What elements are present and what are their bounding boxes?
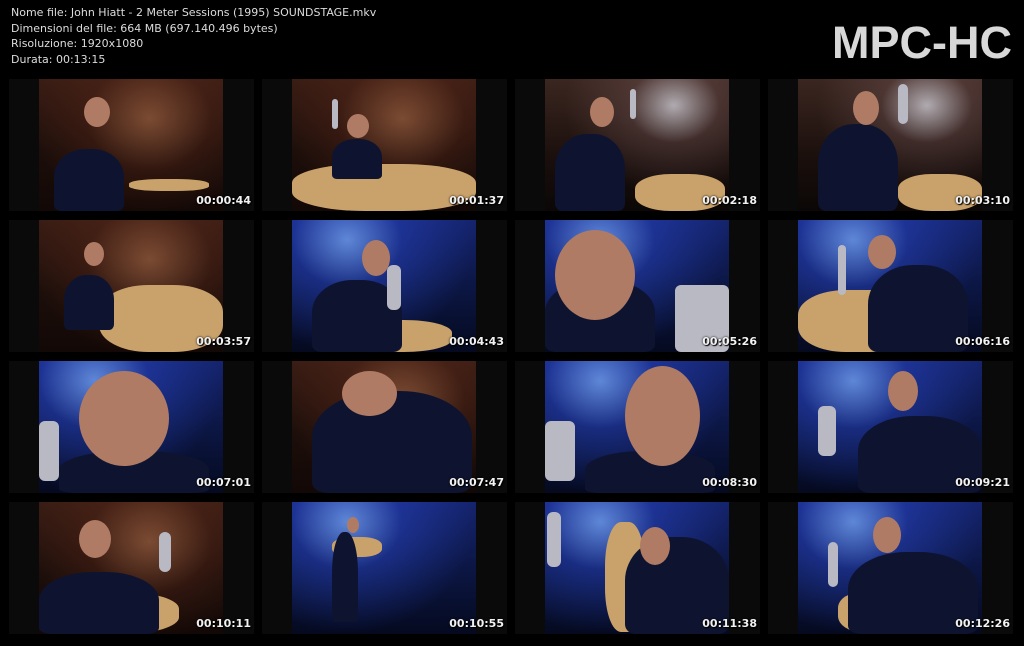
- performer-head-shape: [84, 97, 110, 127]
- thumbnail: 00:03:57: [9, 220, 254, 352]
- thumbnail: 00:04:43: [262, 220, 507, 352]
- thumbnail: 00:00:44: [9, 79, 254, 211]
- timestamp: 00:05:26: [702, 335, 757, 348]
- performer-head-shape: [853, 91, 879, 125]
- performer-head-shape: [347, 517, 359, 533]
- thumbnail: 00:01:37: [262, 79, 507, 211]
- video-frame: [798, 79, 982, 211]
- video-frame: [292, 79, 476, 211]
- video-resolution: Risoluzione: 1920x1080: [11, 37, 144, 50]
- performer-head-shape: [590, 97, 614, 127]
- performer-head-shape: [79, 520, 111, 558]
- thumbnail: 00:05:26: [515, 220, 760, 352]
- thumbnail: 00:10:55: [262, 502, 507, 634]
- performer-head-shape: [362, 240, 390, 276]
- video-duration: Durata: 00:13:15: [11, 52, 106, 66]
- thumbnail: 00:12:26: [768, 502, 1013, 634]
- thumbnail: 00:06:16: [768, 220, 1013, 352]
- performer-body-shape: [39, 572, 159, 634]
- microphone-shape: [545, 421, 575, 481]
- performer-head-shape: [84, 242, 104, 266]
- video-frame: [39, 79, 223, 211]
- microphone-shape: [332, 99, 338, 129]
- timestamp: 00:09:21: [955, 476, 1010, 489]
- video-frame: [39, 361, 223, 493]
- timestamp: 00:00:44: [196, 194, 251, 207]
- timestamp: 00:10:11: [196, 617, 251, 630]
- timestamp: 00:10:55: [449, 617, 504, 630]
- timestamp: 00:03:10: [955, 194, 1010, 207]
- thumbnail: 00:07:01: [9, 361, 254, 493]
- mpc-hc-logo: MPC-HC: [832, 17, 1012, 68]
- microphone-shape: [828, 542, 838, 587]
- video-frame: [292, 502, 476, 634]
- video-frame: [292, 361, 476, 493]
- performer-head-shape: [347, 114, 369, 138]
- performer-body-shape: [64, 275, 114, 330]
- performer-head-shape: [888, 371, 918, 411]
- microphone-shape: [630, 89, 636, 119]
- timestamp: 00:07:01: [196, 476, 251, 489]
- performer-head-shape: [79, 371, 169, 466]
- video-frame: [798, 361, 982, 493]
- video-frame: [39, 502, 223, 634]
- microphone-shape: [898, 84, 908, 124]
- thumbnail: 00:08:30: [515, 361, 760, 493]
- timestamp: 00:11:38: [702, 617, 757, 630]
- performer-body-shape: [332, 139, 382, 179]
- video-frame: [545, 502, 729, 634]
- performer-head-shape: [342, 371, 397, 416]
- thumbnail: 00:03:10: [768, 79, 1013, 211]
- instrument-shape: [129, 179, 209, 191]
- performer-body-shape: [54, 149, 124, 211]
- thumbnail-grid: 00:00:44 00:01:37 00:02:18 00:03:10 00:0…: [9, 79, 1013, 634]
- timestamp: 00:01:37: [449, 194, 504, 207]
- thumbnail: 00:11:38: [515, 502, 760, 634]
- performer-body-shape: [818, 124, 898, 211]
- thumbnail: 00:07:47: [262, 361, 507, 493]
- microphone-shape: [547, 512, 561, 567]
- performer-head-shape: [873, 517, 901, 553]
- video-frame: [292, 220, 476, 352]
- performer-head-shape: [555, 230, 635, 320]
- video-frame: [545, 79, 729, 211]
- video-frame: [545, 220, 729, 352]
- video-frame: [39, 220, 223, 352]
- performer-body-shape: [868, 265, 968, 352]
- microphone-shape: [39, 421, 59, 481]
- performer-head-shape: [640, 527, 670, 565]
- performer-body-shape: [332, 532, 358, 622]
- timestamp: 00:12:26: [955, 617, 1010, 630]
- video-frame: [545, 361, 729, 493]
- video-frame: [798, 502, 982, 634]
- thumbnail: 00:09:21: [768, 361, 1013, 493]
- microphone-shape: [387, 265, 401, 310]
- timestamp: 00:07:47: [449, 476, 504, 489]
- timestamp: 00:02:18: [702, 194, 757, 207]
- timestamp: 00:03:57: [196, 335, 251, 348]
- performer-head-shape: [868, 235, 896, 269]
- thumbnail: 00:02:18: [515, 79, 760, 211]
- microphone-shape: [159, 532, 171, 572]
- performer-body-shape: [555, 134, 625, 211]
- thumbnail: 00:10:11: [9, 502, 254, 634]
- timestamp: 00:06:16: [955, 335, 1010, 348]
- file-size: Dimensioni del file: 664 MB (697.140.496…: [11, 21, 278, 35]
- microphone-shape: [838, 245, 846, 295]
- timestamp: 00:08:30: [702, 476, 757, 489]
- performer-head-shape: [625, 366, 700, 466]
- video-frame: [798, 220, 982, 352]
- microphone-shape: [818, 406, 836, 456]
- timestamp: 00:04:43: [449, 335, 504, 348]
- file-name: Nome file: John Hiatt - 2 Meter Sessions…: [11, 6, 377, 19]
- file-info: Nome file: John Hiatt - 2 Meter Sessions…: [11, 5, 376, 67]
